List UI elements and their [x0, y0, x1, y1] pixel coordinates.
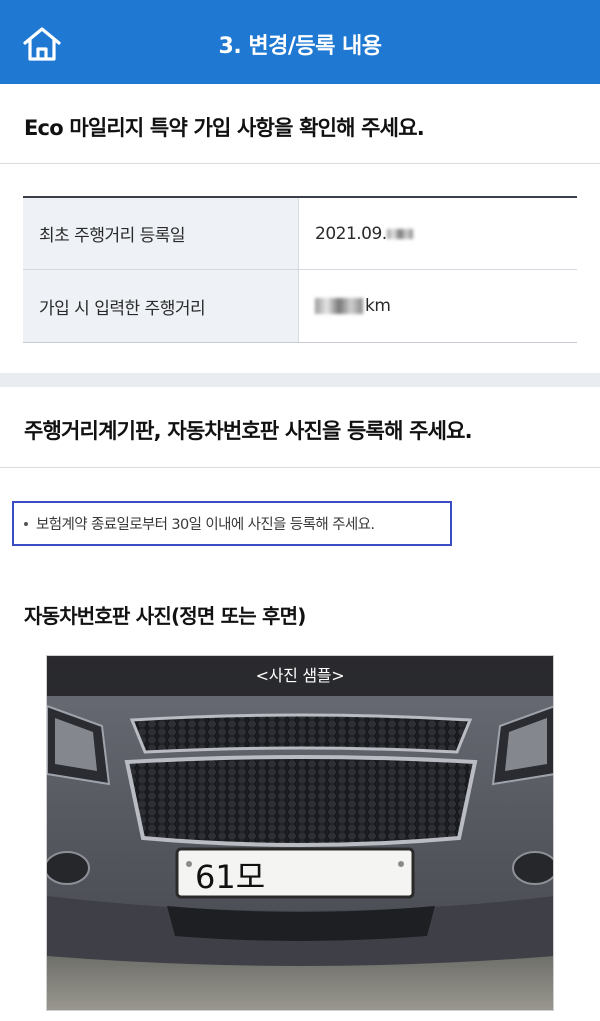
notice-box: 보험계약 종료일로부터 30일 이내에 사진을 등록해 주세요. [12, 501, 452, 546]
notice-text: 보험계약 종료일로부터 30일 이내에 사진을 등록해 주세요. [36, 517, 375, 533]
sample-car-photo: <사진 샘플> 61모 [46, 655, 554, 1011]
registration-date-value: 2021.09. [299, 198, 577, 269]
masked-value [315, 298, 363, 314]
page-title: 3. 변경/등록 내용 [218, 34, 382, 59]
mileage-label: 가입 시 입력한 주행거리 [23, 270, 299, 342]
plate-number: 61모 [195, 858, 265, 896]
section-separator [0, 373, 600, 387]
registration-date-label: 최초 주행거리 등록일 [23, 198, 299, 269]
plate-photo-heading: 자동차번호판 사진(정면 또는 후면) [24, 604, 306, 628]
app-header: 3. 변경/등록 내용 [0, 0, 600, 84]
divider [0, 467, 600, 468]
mileage-value: km [299, 270, 577, 342]
table-row: 최초 주행거리 등록일 2021.09. [23, 198, 577, 270]
table-row: 가입 시 입력한 주행거리 km [23, 270, 577, 342]
bullet-icon [24, 521, 28, 526]
divider [0, 163, 600, 164]
car-front-illustration: 61모 [47, 656, 553, 1010]
eco-info-table: 최초 주행거리 등록일 2021.09. 가입 시 입력한 주행거리 km [23, 196, 577, 343]
photo-section-title: 주행거리계기판, 자동차번호판 사진을 등록해 주세요. [24, 419, 473, 443]
sample-photo-label: <사진 샘플> [47, 656, 553, 696]
eco-mileage-section-title: Eco 마일리지 특약 가입 사항을 확인해 주세요. [24, 116, 425, 140]
masked-value [386, 228, 413, 239]
